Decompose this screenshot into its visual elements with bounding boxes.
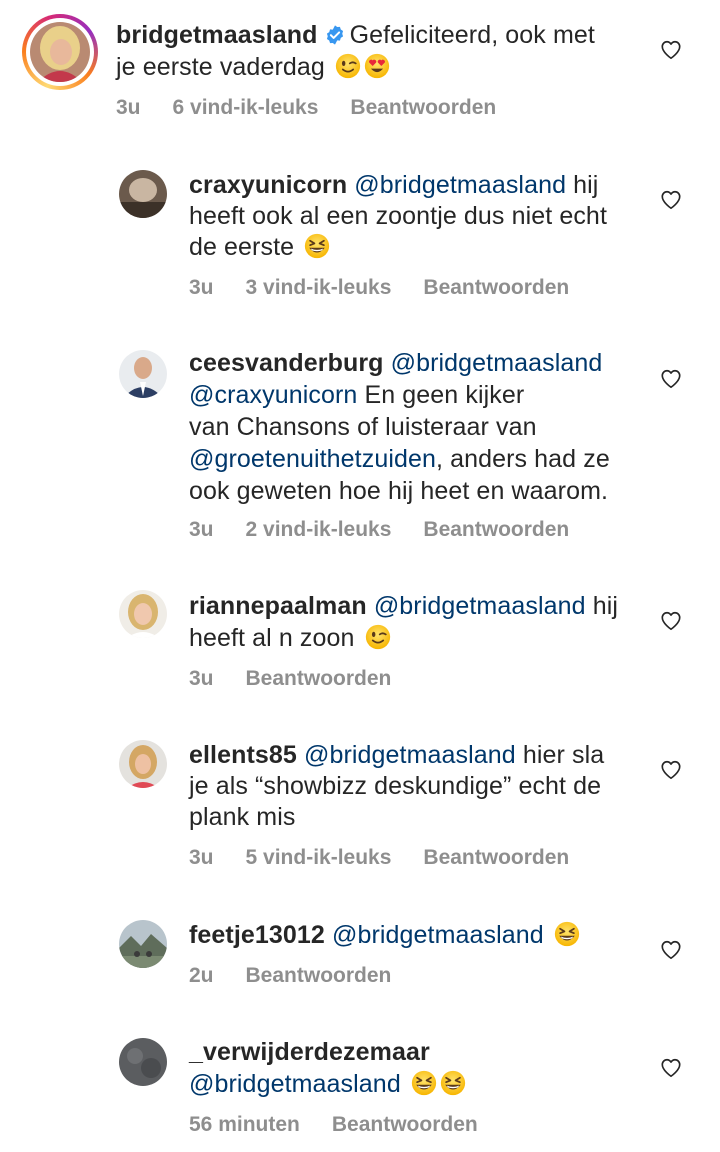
verified-badge-icon — [326, 25, 343, 45]
comment-time: 3u — [189, 518, 214, 541]
mention-link[interactable]: @bridgetmaasland — [391, 349, 603, 377]
username[interactable]: bridgetmaasland — [116, 21, 318, 49]
comment-text: hij — [573, 171, 599, 199]
avatar[interactable] — [119, 590, 167, 638]
like-heart-icon[interactable] — [660, 368, 682, 390]
grinning-squinting-face-icon — [554, 921, 580, 947]
comment-text: hier sla — [522, 741, 605, 769]
winking-face-icon — [365, 624, 391, 650]
like-heart-icon[interactable] — [660, 39, 682, 61]
reply-button[interactable]: Beantwoorden — [423, 846, 569, 869]
mention-link[interactable]: @bridgetmaasland — [304, 741, 516, 769]
comment-text: je als “showbizz deskundige” echt de — [189, 772, 602, 800]
comment-time: 3u — [116, 96, 141, 119]
comment-craxyunicorn: craxyunicorn @bridgetmaasland hij heeft … — [0, 150, 720, 320]
like-heart-icon[interactable] — [660, 1057, 682, 1079]
reply-button[interactable]: Beantwoorden — [332, 1113, 478, 1136]
mention-link[interactable]: @bridgetmaasland — [189, 1070, 401, 1098]
comment-time: 3u — [189, 667, 214, 690]
comment-text: heeft ook al een zoontje dus niet echt — [189, 202, 607, 230]
comment-time: 3u — [189, 846, 214, 869]
winking-face-icon — [335, 53, 361, 79]
comment-text: ook geweten hoe hij heet en waarom. — [189, 477, 609, 505]
username[interactable]: riannepaalman — [189, 592, 367, 620]
comment-time: 2u — [189, 964, 214, 987]
avatar — [30, 22, 90, 82]
reply-button[interactable]: Beantwoorden — [423, 518, 569, 541]
like-heart-icon[interactable] — [660, 610, 682, 632]
grinning-squinting-face-icon — [440, 1070, 466, 1096]
likes-count[interactable]: 2 vind-ik-leuks — [246, 518, 392, 541]
avatar[interactable] — [119, 740, 167, 788]
reply-button[interactable]: Beantwoorden — [423, 276, 569, 299]
heart-eyes-face-icon — [364, 53, 390, 79]
comment-text: je eerste vaderdag — [116, 53, 325, 81]
like-heart-icon[interactable] — [660, 759, 682, 781]
like-heart-icon[interactable] — [660, 189, 682, 211]
avatar[interactable] — [119, 170, 167, 218]
likes-count[interactable]: 6 vind-ik-leuks — [173, 96, 319, 119]
comment-text: Gefeliciteerd, ook met — [349, 21, 595, 49]
avatar[interactable] — [119, 920, 167, 968]
comment-text: van Chansons of luisteraar van — [189, 413, 537, 441]
avatar[interactable] — [119, 350, 167, 398]
grinning-squinting-face-icon — [304, 233, 330, 259]
avatar[interactable] — [119, 1038, 167, 1086]
like-heart-icon[interactable] — [660, 939, 682, 961]
reply-button[interactable]: Beantwoorden — [246, 964, 392, 987]
comment-ellents85: ellents85 @bridgetmaasland hier sla je a… — [0, 720, 720, 900]
mention-link[interactable]: @bridgetmaasland — [332, 921, 544, 949]
username[interactable]: feetje13012 — [189, 921, 325, 949]
username[interactable]: ellents85 — [189, 741, 297, 769]
comment-time: 3u — [189, 276, 214, 299]
reply-button[interactable]: Beantwoorden — [246, 667, 392, 690]
comment-bridgetmaasland: bridgetmaasland Gefeliciteerd, ook met je… — [0, 0, 720, 150]
story-ring-avatar[interactable] — [22, 14, 98, 90]
comment-text: hij — [592, 592, 618, 620]
mention-link[interactable]: @groetenuithetzuiden — [189, 445, 436, 473]
likes-count[interactable]: 3 vind-ik-leuks — [246, 276, 392, 299]
mention-link[interactable]: @bridgetmaasland — [354, 171, 566, 199]
comment-text: , anders had ze — [436, 445, 610, 473]
comment-verwijderdezemaar: _verwijderdezemaar @bridgetmaasland 56 m… — [0, 1020, 720, 1152]
comment-time: 56 minuten — [189, 1113, 300, 1136]
comment-feetje13012: feetje13012 @bridgetmaasland 2u Beantwoor… — [0, 900, 720, 1020]
comment-text: heeft al n zoon — [189, 624, 355, 652]
mention-link[interactable]: @craxyunicorn — [189, 381, 357, 409]
comment-text: plank mis — [189, 803, 296, 831]
reply-button[interactable]: Beantwoorden — [350, 96, 496, 119]
comment-text: de eerste — [189, 233, 295, 261]
username[interactable]: ceesvanderburg — [189, 349, 384, 377]
grinning-squinting-face-icon — [411, 1070, 437, 1096]
likes-count[interactable]: 5 vind-ik-leuks — [246, 846, 392, 869]
comment-riannepaalman: riannepaalman @bridgetmaasland hij heeft… — [0, 570, 720, 720]
comment-ceesvanderburg: ceesvanderburg @bridgetmaasland @craxyun… — [0, 330, 720, 560]
username[interactable]: craxyunicorn — [189, 171, 347, 199]
username[interactable]: _verwijderdezemaar — [189, 1038, 430, 1066]
comment-text: En geen kijker — [364, 381, 525, 409]
mention-link[interactable]: @bridgetmaasland — [374, 592, 586, 620]
